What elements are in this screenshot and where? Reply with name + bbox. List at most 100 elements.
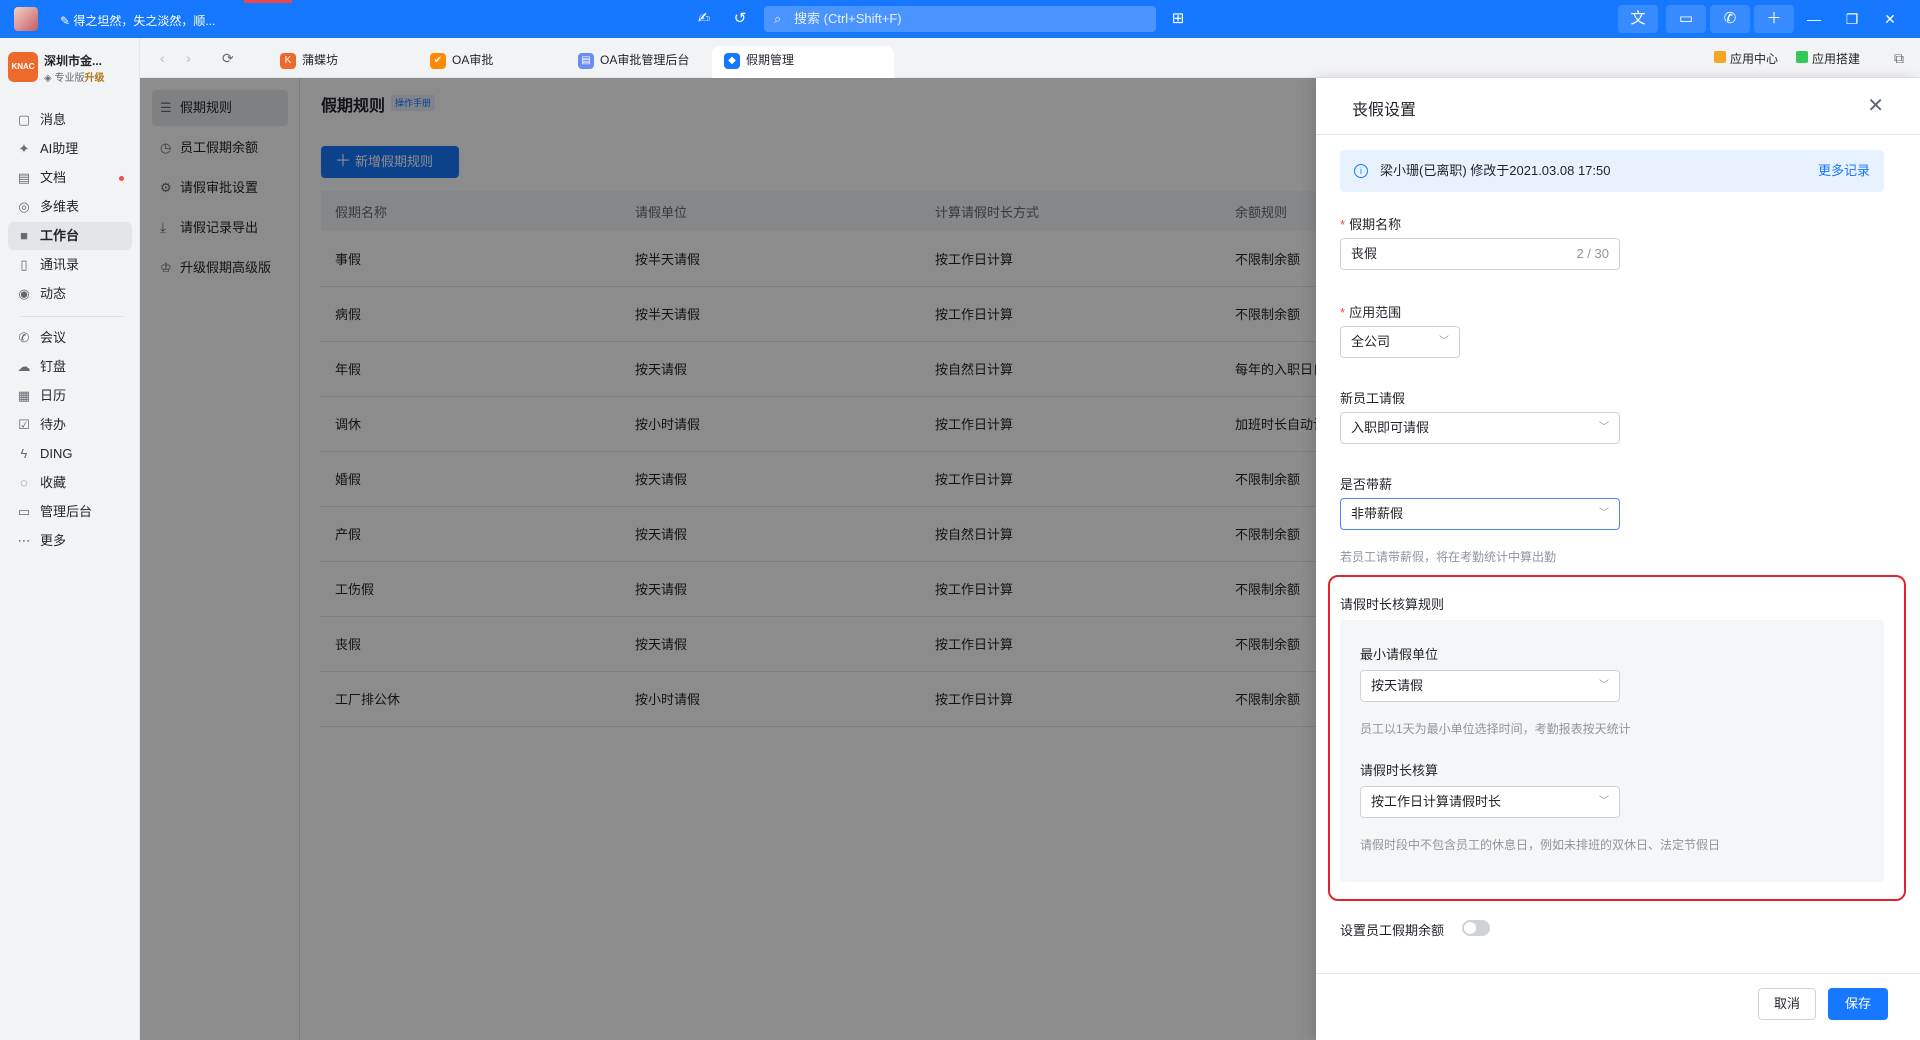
refresh-icon[interactable]: ⟳ bbox=[222, 50, 234, 67]
pen-icon: ✎ bbox=[60, 14, 71, 28]
org-logo: KNAC bbox=[8, 52, 38, 82]
nav-item-admin[interactable]: ▭ 管理后台 bbox=[8, 498, 132, 526]
nav-item-contacts[interactable]: ▯ 通讯录 bbox=[8, 251, 132, 279]
more-records-link[interactable]: 更多记录 bbox=[1818, 150, 1870, 192]
scope-label: * 应用范围 bbox=[1340, 305, 1402, 320]
paid-label: 是否带薪 bbox=[1340, 477, 1393, 492]
nav-item-meeting[interactable]: ✆ 会议 bbox=[8, 324, 132, 352]
restore-icon[interactable]: ❐ bbox=[1842, 9, 1862, 29]
more-icon: ⋯ bbox=[17, 533, 31, 548]
info-icon: i bbox=[1354, 164, 1368, 178]
admin-console-icon: ▤ bbox=[578, 53, 594, 69]
app-center-button[interactable]: 应用中心 bbox=[1714, 50, 1778, 67]
apps-grid-icon[interactable]: ⊞ bbox=[1168, 9, 1188, 29]
divider bbox=[1316, 134, 1920, 135]
nav-item-activity[interactable]: ◉ 动态 bbox=[8, 280, 132, 308]
tab-pudiefang[interactable]: K 蒲蝶坊 bbox=[280, 46, 338, 78]
phone-icon: ✆ bbox=[18, 330, 30, 345]
chevron-down-icon: ﹀ bbox=[1439, 336, 1449, 347]
drawer-title: 丧假设置 bbox=[1352, 102, 1417, 119]
upgrade-link[interactable]: 升级 bbox=[84, 73, 104, 84]
tab-oa-admin[interactable]: ▤ OA审批管理后台 bbox=[578, 46, 689, 78]
user-signature[interactable]: ✎ 得之坦然，失之淡然，顺... bbox=[60, 12, 215, 29]
modification-info-bar: i 梁小珊(已离职) 修改于2021.03.08 17:50 更多记录 bbox=[1340, 150, 1884, 192]
nav-item-messages[interactable]: ▢ 消息 bbox=[8, 106, 132, 134]
paid-hint: 若员工请带薪假，将在考勤统计中算出勤 bbox=[1340, 550, 1557, 564]
checkbox-icon: ☑ bbox=[18, 417, 30, 432]
app-builder-button[interactable]: 应用搭建 bbox=[1796, 50, 1860, 67]
tab-oa-approval[interactable]: ✔ OA审批 bbox=[430, 46, 493, 78]
app-logo-icon: K bbox=[280, 53, 296, 69]
table-icon: ◎ bbox=[18, 199, 30, 214]
leave-name-input[interactable]: 丧假 2 / 30 bbox=[1340, 238, 1620, 270]
nav-item-more[interactable]: ⋯ 更多 bbox=[8, 527, 132, 555]
leave-settings-drawer: 丧假设置 ✕ i 梁小珊(已离职) 修改于2021.03.08 17:50 更多… bbox=[1316, 78, 1920, 1040]
minimize-icon[interactable]: — bbox=[1804, 9, 1824, 29]
favorite-icon: ◌ bbox=[20, 475, 28, 490]
screen-share-icon[interactable]: ▭ bbox=[1666, 5, 1706, 33]
org-tier: ◈ 专业版升级 bbox=[44, 73, 105, 84]
chevron-down-icon: ﹀ bbox=[1599, 508, 1609, 519]
leave-app-icon: ◆ bbox=[724, 53, 740, 69]
forward-arrow-icon[interactable]: › bbox=[186, 50, 191, 66]
org-switcher[interactable]: KNAC 深圳市金... ◈ 专业版升级 bbox=[8, 50, 132, 86]
close-icon[interactable]: ✕ bbox=[1867, 93, 1884, 118]
document-icon: ▤ bbox=[17, 170, 31, 185]
nav-item-todo[interactable]: ☑ 待办 bbox=[8, 411, 132, 439]
calendar-icon: ▦ bbox=[17, 388, 31, 403]
chat-bubble-icon: ▢ bbox=[17, 112, 31, 127]
left-navigation: KNAC 深圳市金... ◈ 专业版升级 ▢ 消息 ✦ AI助理 ▤ 文档 ◎ 多维表 … bbox=[0, 38, 140, 1040]
user-avatar[interactable] bbox=[14, 7, 38, 31]
back-arrow-icon[interactable]: ‹ bbox=[160, 50, 165, 66]
char-count: 2 / 30 bbox=[1576, 246, 1609, 261]
required-mark: * bbox=[1340, 305, 1346, 320]
lightning-icon: ϟ bbox=[20, 446, 28, 461]
shield-icon: ◈ bbox=[44, 73, 52, 84]
new-hire-select[interactable]: 入职即可请假 ﹀ bbox=[1340, 412, 1620, 444]
global-search[interactable]: ⌕ 搜索 (Ctrl+Shift+F) bbox=[764, 6, 1156, 32]
nav-item-drive[interactable]: ☁ 钉盘 bbox=[8, 353, 132, 381]
call-icon[interactable]: ✆ bbox=[1710, 5, 1750, 33]
add-icon[interactable]: ＋ bbox=[1754, 5, 1794, 33]
required-mark: * bbox=[1340, 217, 1346, 232]
leave-name-label: * 假期名称 bbox=[1340, 217, 1402, 232]
translate-icon[interactable]: 文 bbox=[1618, 5, 1658, 33]
divider bbox=[1316, 973, 1920, 974]
nav-item-favorites[interactable]: ◌ 收藏 bbox=[8, 469, 132, 497]
balance-label: 设置员工假期余额 bbox=[1340, 923, 1445, 938]
chevron-down-icon: ﹀ bbox=[1599, 422, 1609, 433]
nav-item-ai-assistant[interactable]: ✦ AI助理 bbox=[8, 135, 132, 163]
handwriting-icon[interactable]: ✍ bbox=[694, 9, 714, 29]
notification-indicator bbox=[244, 0, 292, 3]
monitor-icon: ▭ bbox=[17, 504, 31, 519]
tab-bar: ‹ › ⟳ K 蒲蝶坊 ✔ OA审批 ▤ OA审批管理后台 ◆ 假期管理 应用中心 应用… bbox=[140, 38, 1920, 78]
save-button[interactable]: 保存 bbox=[1828, 988, 1888, 1020]
org-name: 深圳市金... bbox=[44, 54, 103, 68]
scope-select[interactable]: 全公司 ﹀ bbox=[1340, 326, 1460, 358]
nav-item-calendar[interactable]: ▦ 日历 bbox=[8, 382, 132, 410]
nav-item-workbench[interactable]: ■ 工作台 bbox=[8, 222, 132, 250]
new-hire-label: 新员工请假 bbox=[1340, 391, 1406, 406]
nav-item-ding[interactable]: ϟ DING bbox=[8, 440, 132, 468]
tab-leave-management[interactable]: ◆ 假期管理 bbox=[712, 46, 895, 78]
nav-item-docs[interactable]: ▤ 文档 bbox=[8, 164, 132, 192]
grid-icon: ■ bbox=[20, 228, 28, 243]
approval-icon: ✔ bbox=[430, 53, 446, 69]
unread-dot bbox=[119, 176, 124, 181]
history-icon[interactable]: ↺ bbox=[730, 9, 750, 29]
app-builder-icon bbox=[1796, 51, 1808, 63]
balance-toggle[interactable] bbox=[1462, 920, 1490, 936]
nav-item-multi-table[interactable]: ◎ 多维表 bbox=[8, 193, 132, 221]
activity-icon: ◉ bbox=[18, 286, 30, 301]
highlight-annotation bbox=[1328, 575, 1906, 901]
paid-select[interactable]: 非带薪假 ﹀ bbox=[1340, 498, 1620, 530]
sparkle-icon: ✦ bbox=[18, 141, 30, 156]
close-icon[interactable]: ✕ bbox=[1880, 9, 1900, 29]
cancel-button[interactable]: 取消 bbox=[1758, 988, 1816, 1020]
search-icon: ⌕ bbox=[774, 11, 782, 26]
nav-divider bbox=[20, 316, 124, 317]
open-external-icon[interactable]: ⧉ bbox=[1894, 50, 1904, 67]
app-center-icon bbox=[1714, 51, 1726, 63]
contacts-icon: ▯ bbox=[20, 257, 28, 272]
cloud-drive-icon: ☁ bbox=[17, 359, 31, 374]
